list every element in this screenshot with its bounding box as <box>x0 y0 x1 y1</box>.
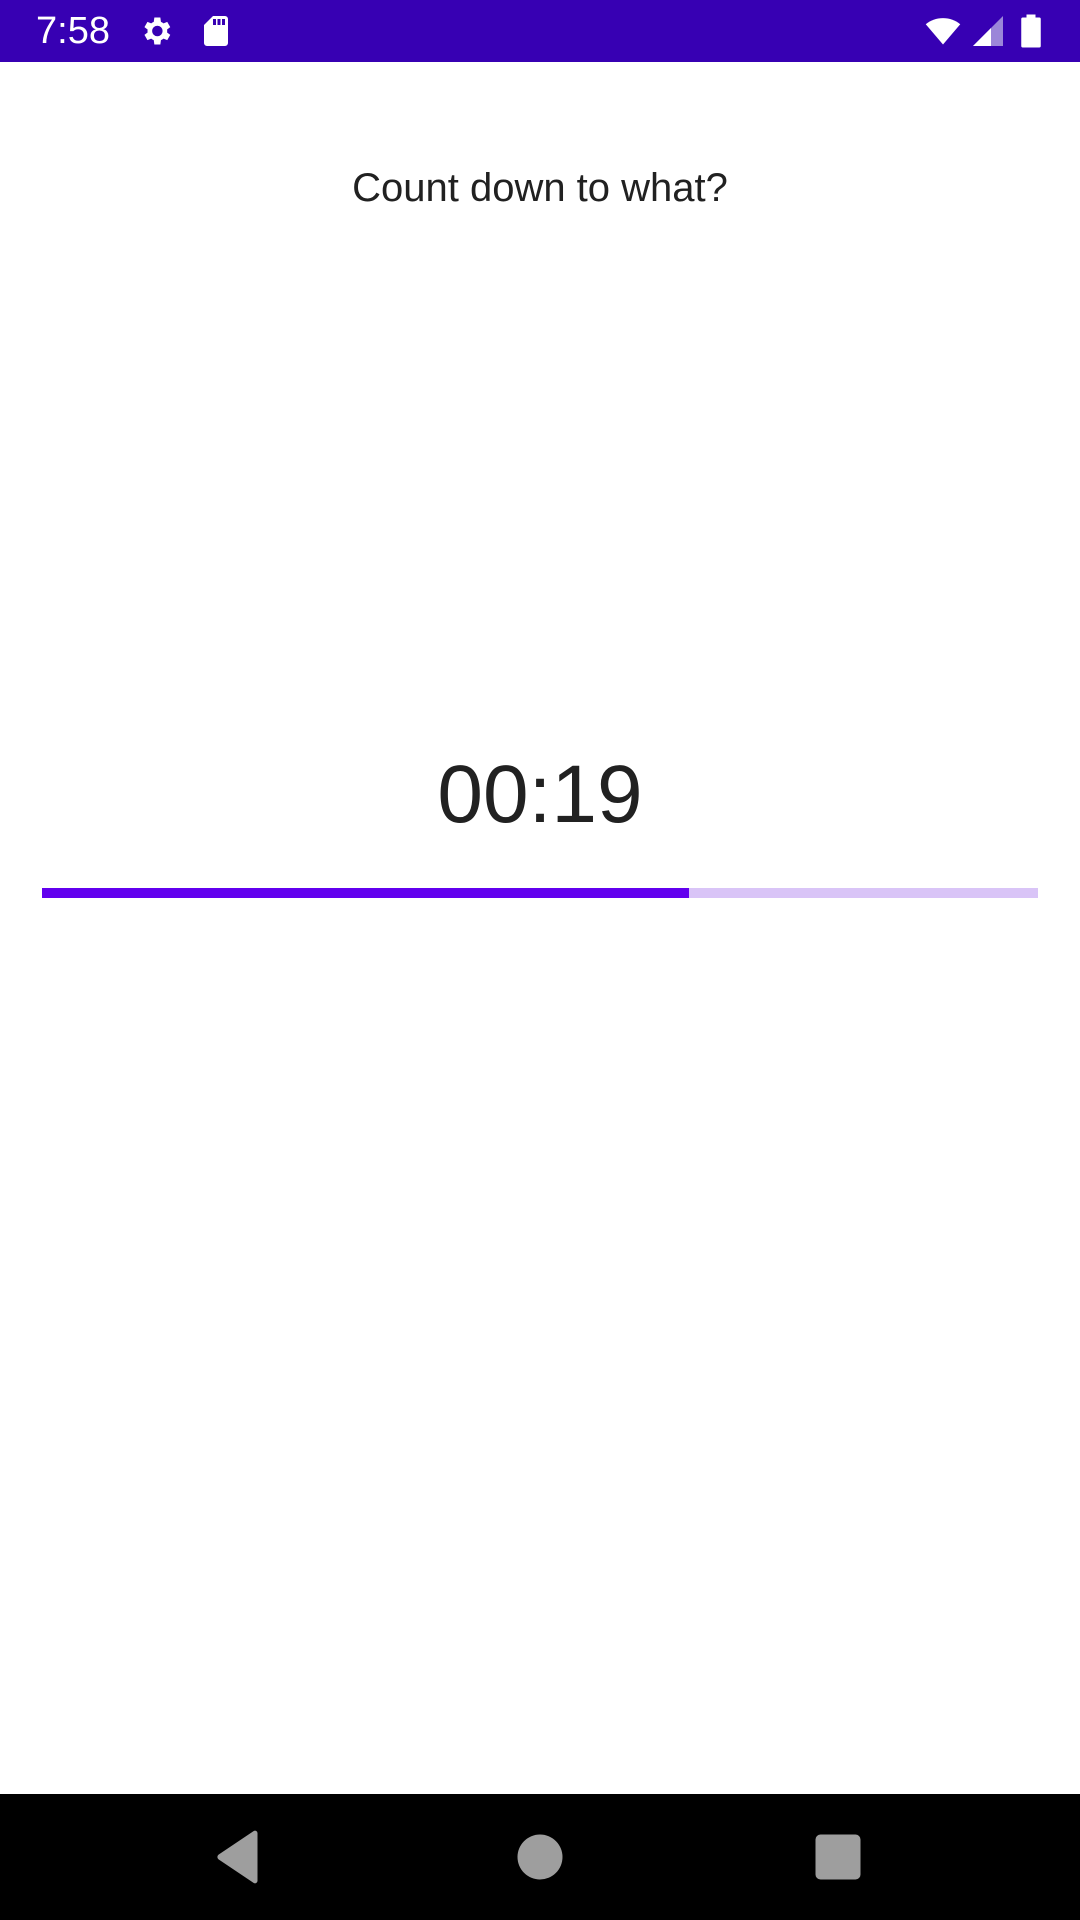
status-time: 7:58 <box>36 10 110 52</box>
navigation-bar <box>0 1794 1080 1920</box>
status-bar: 7:58 <box>0 0 1080 62</box>
battery-icon <box>1016 13 1046 49</box>
home-icon[interactable] <box>510 1827 570 1887</box>
countdown-prompt: Count down to what? <box>352 166 728 210</box>
screen: 7:58 Count down to what? 00:19 <box>0 0 1080 1920</box>
settings-icon <box>138 13 174 49</box>
countdown-progress-fill <box>42 888 690 898</box>
countdown-progress-bar <box>42 888 1038 898</box>
cell-signal-icon <box>970 13 1006 49</box>
wifi-icon <box>922 13 964 49</box>
countdown-timer: 00:19 <box>437 749 643 840</box>
sd-card-icon <box>198 13 234 49</box>
back-icon[interactable] <box>210 1827 270 1887</box>
recents-icon[interactable] <box>808 1827 868 1887</box>
